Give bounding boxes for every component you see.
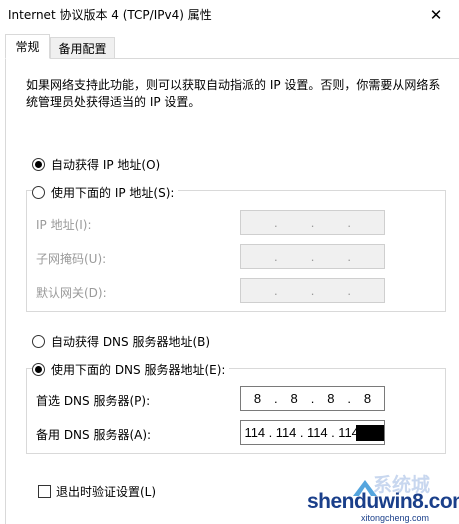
watermark: 系统城 shenduwin8.com xitongcheng.com	[297, 470, 459, 524]
close-button[interactable]: ✕	[413, 0, 459, 30]
octet-3: 114	[306, 425, 328, 440]
close-icon: ✕	[429, 6, 443, 24]
validate-on-exit-label: 退出时验证设置(L)	[56, 485, 157, 499]
octet-1: 114	[244, 425, 266, 440]
text-cursor	[356, 424, 384, 441]
subnet-mask-label: 子网掩码(U):	[36, 252, 107, 266]
radio-button[interactable]	[32, 158, 45, 171]
octet-4: 8	[363, 391, 372, 406]
radio-selected-dot	[35, 161, 42, 168]
octet-1: 8	[253, 391, 262, 406]
radio-button[interactable]	[32, 363, 45, 376]
preferred-dns-label: 首选 DNS 服务器(P):	[36, 394, 151, 408]
manual-dns-label: 使用下面的 DNS 服务器地址(E):	[51, 363, 226, 377]
preferred-dns-input[interactable]: 8. 8. 8. 8	[240, 386, 385, 411]
octet-3: 8	[327, 391, 335, 406]
auto-dns-radio[interactable]: 自动获得 DNS 服务器地址(B)	[32, 333, 210, 350]
manual-dns-radio[interactable]: 使用下面的 DNS 服务器地址(E):	[32, 361, 230, 378]
title-bar: Internet 协议版本 4 (TCP/IPv4) 属性 ✕	[0, 0, 459, 30]
description-text: 如果网络支持此功能，则可以获取自动指派的 IP 设置。否则，你需要从网络系统管理…	[26, 78, 441, 109]
checkbox-box[interactable]	[38, 485, 51, 498]
radio-button[interactable]	[32, 335, 45, 348]
subnet-mask-input[interactable]: . . .	[240, 244, 385, 269]
validate-on-exit-checkbox[interactable]: 退出时验证设置(L)	[38, 483, 156, 500]
window-title: Internet 协议版本 4 (TCP/IPv4) 属性	[8, 8, 212, 22]
radio-button[interactable]	[32, 186, 45, 199]
tab-general[interactable]: 常规	[5, 34, 50, 59]
default-gateway-input[interactable]: . . .	[240, 278, 385, 303]
alternate-dns-input[interactable]: 114. 114. 114. 114	[240, 420, 385, 445]
watermark-main: shenduwin8.com	[307, 490, 459, 513]
octet-2: 114	[275, 425, 297, 440]
watermark-sub: xitongcheng.com	[361, 513, 430, 523]
auto-ip-label: 自动获得 IP 地址(O)	[51, 158, 161, 172]
octet-2: 8	[290, 391, 298, 406]
ip-address-label: IP 地址(I):	[36, 218, 92, 232]
manual-ip-label: 使用下面的 IP 地址(S):	[51, 186, 175, 200]
auto-dns-label: 自动获得 DNS 服务器地址(B)	[51, 335, 211, 349]
ip-address-input[interactable]: . . .	[240, 210, 385, 235]
alternate-dns-label: 备用 DNS 服务器(A):	[36, 428, 152, 442]
auto-ip-radio[interactable]: 自动获得 IP 地址(O)	[32, 156, 160, 173]
radio-selected-dot	[35, 366, 42, 373]
manual-ip-radio[interactable]: 使用下面的 IP 地址(S):	[32, 184, 179, 201]
default-gateway-label: 默认网关(D):	[36, 286, 107, 300]
